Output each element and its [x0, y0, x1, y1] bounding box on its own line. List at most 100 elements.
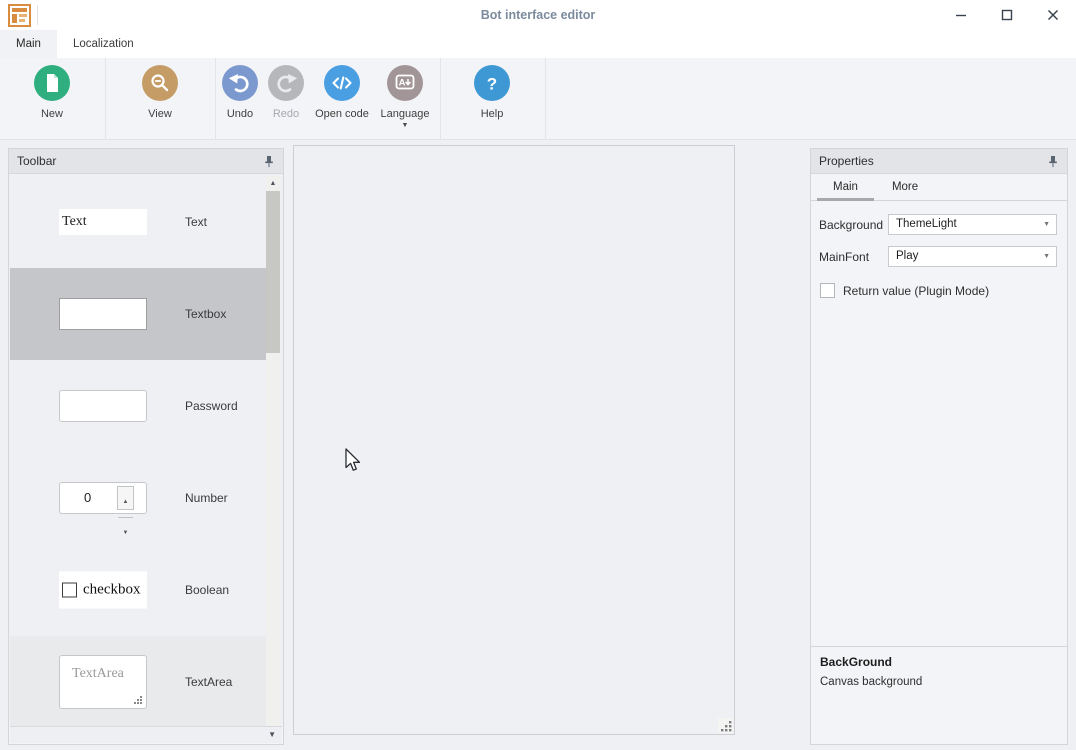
scroll-up-icon[interactable]: ▲ [266, 176, 280, 190]
open-code-button[interactable]: Open code [310, 65, 374, 120]
pin-icon[interactable] [1047, 155, 1059, 168]
help-button[interactable]: ? Help [462, 65, 522, 120]
toolbar-panel: Toolbar Text Text Textbox [8, 148, 284, 745]
redo-icon [268, 65, 304, 101]
checkbox-preview-box [62, 583, 77, 598]
toolbox-item-text[interactable]: Text Text [10, 176, 268, 268]
properties-tab-more-label: More [892, 181, 918, 193]
toolbox-item-number[interactable]: 0 ▲ ▼ Number [10, 452, 268, 544]
mainfont-dropdown[interactable]: Play ▼ [888, 246, 1057, 267]
properties-tab-main-label: Main [833, 181, 858, 193]
toolbox-item-boolean-label: Boolean [185, 583, 229, 597]
title-bar: Bot interface editor [0, 0, 1076, 30]
toolbar-panel-header: Toolbar [9, 149, 283, 174]
tab-localization[interactable]: Localization [57, 30, 150, 58]
dropdown-caret-icon: ▼ [1043, 221, 1050, 229]
window-title: Bot interface editor [0, 8, 1076, 22]
background-dropdown-value: ThemeLight [896, 218, 957, 230]
toolbox-item-text-label: Text [185, 215, 207, 229]
resize-grip-icon [134, 696, 143, 705]
new-button[interactable]: New [22, 65, 82, 120]
toolbox-item-number-label: Number [185, 491, 228, 505]
window-controls [938, 0, 1076, 30]
mainfont-field-row: MainFont Play ▼ [819, 246, 1057, 267]
description-title: BackGround [820, 655, 892, 669]
toolbox-bottom-strip: ▼ [10, 726, 282, 743]
ribbon-separator [440, 58, 441, 140]
new-button-label: New [41, 108, 63, 120]
toolbox-item-boolean[interactable]: checkbox Boolean [10, 544, 268, 636]
tab-localization-label: Localization [73, 38, 134, 50]
scrollbar-thumb[interactable] [266, 191, 280, 353]
ribbon-separator [545, 58, 546, 140]
return-value-checkbox[interactable] [820, 283, 835, 298]
canvas-resize-grip-icon [721, 721, 732, 732]
mainfont-field-label: MainFont [819, 250, 888, 264]
canvas-resize-handle[interactable] [718, 718, 733, 733]
zoom-view-icon [142, 65, 178, 101]
language-dropdown-caret-icon: ▼ [402, 123, 409, 128]
code-icon [324, 65, 360, 101]
ribbon-separator [105, 58, 106, 140]
view-button[interactable]: View [130, 65, 190, 120]
maximize-button[interactable] [984, 0, 1030, 30]
redo-button: Redo [262, 65, 310, 120]
properties-panel: Properties Main More Background ThemeLig… [810, 148, 1068, 745]
toolbox-item-textbox[interactable]: Textbox [10, 268, 268, 360]
minimize-button[interactable] [938, 0, 984, 30]
open-code-button-label: Open code [315, 108, 369, 120]
mainfont-dropdown-value: Play [896, 250, 918, 262]
help-button-label: Help [481, 108, 504, 120]
toolbox-item-textarea[interactable]: TextArea TextArea [10, 636, 268, 726]
background-field-row: Background ThemeLight ▼ [819, 214, 1057, 235]
language-button[interactable]: A Language ▼ [372, 65, 438, 128]
background-dropdown[interactable]: ThemeLight ▼ [888, 214, 1057, 235]
new-document-icon [34, 65, 70, 101]
content-area: Toolbar Text Text Textbox [0, 140, 1076, 750]
svg-text:?: ? [487, 75, 497, 94]
textarea-preview: TextArea [59, 655, 147, 709]
design-canvas[interactable] [293, 145, 735, 735]
toolbox-list: Text Text Textbox Password 0 ▲ [9, 174, 283, 726]
view-button-label: View [148, 108, 172, 120]
properties-tabs: Main More [811, 174, 1067, 201]
dropdown-caret-icon: ▼ [1043, 253, 1050, 261]
properties-tab-main[interactable]: Main [823, 174, 868, 200]
toolbar-panel-title: Toolbar [17, 154, 263, 168]
spinner-up-icon: ▲ [118, 487, 133, 518]
toolbox-item-password[interactable]: Password [10, 360, 268, 452]
tab-main-label: Main [16, 38, 41, 50]
return-value-checkbox-row: Return value (Plugin Mode) [820, 283, 989, 298]
textbox-preview [59, 298, 147, 330]
minimize-icon [955, 9, 967, 21]
language-button-label: Language [381, 108, 430, 120]
number-preview-value: 0 [84, 490, 91, 505]
close-icon [1047, 9, 1059, 21]
toolbox-vertical-scrollbar[interactable]: ▲ [266, 176, 280, 730]
redo-button-label: Redo [273, 108, 299, 120]
help-icon: ? [474, 65, 510, 101]
pin-icon[interactable] [263, 155, 275, 168]
toolbox-item-textarea-label: TextArea [185, 675, 232, 689]
svg-text:A: A [399, 78, 406, 89]
document-tabs: Main Localization [0, 30, 1076, 58]
undo-button[interactable]: Undo [216, 65, 264, 120]
maximize-icon [1001, 9, 1013, 21]
text-preview: Text [59, 209, 147, 235]
boolean-preview: checkbox [59, 572, 147, 609]
scroll-down-icon[interactable]: ▼ [268, 730, 276, 739]
properties-panel-header: Properties [811, 149, 1067, 174]
properties-tab-more[interactable]: More [882, 174, 928, 200]
password-preview [59, 390, 147, 422]
tab-main[interactable]: Main [0, 30, 57, 58]
description-divider [811, 646, 1067, 647]
close-button[interactable] [1030, 0, 1076, 30]
textarea-placeholder: TextArea [72, 666, 124, 681]
ribbon-toolbar: New View Undo [0, 58, 1076, 140]
checkbox-preview-label: checkbox [83, 582, 140, 599]
number-spinner: ▲ ▼ [117, 486, 134, 510]
toolbox-item-password-label: Password [185, 399, 238, 413]
language-translate-icon: A [387, 65, 423, 101]
return-value-checkbox-label: Return value (Plugin Mode) [843, 284, 989, 298]
description-text: Canvas background [820, 676, 922, 688]
